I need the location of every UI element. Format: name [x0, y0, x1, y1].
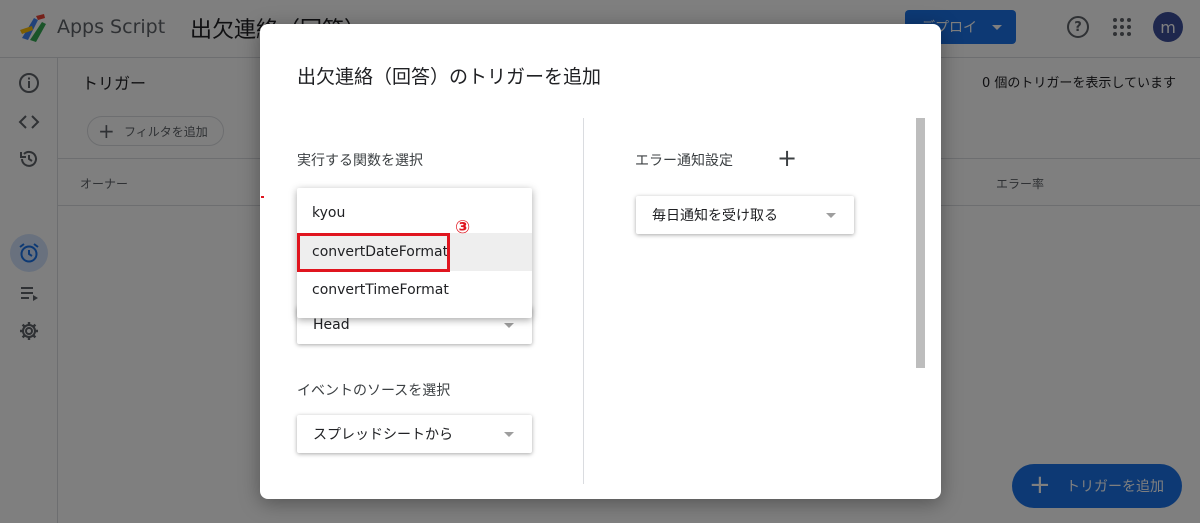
event-source-select[interactable]: スプレッドシートから — [297, 415, 532, 453]
annotation-red-mark — [261, 196, 264, 198]
annotation-highlight-box — [297, 233, 450, 272]
function-option-kyou[interactable]: kyou — [297, 194, 532, 232]
error-notification-select[interactable]: 毎日通知を受け取る — [636, 196, 854, 234]
deployment-select-value: Head — [313, 317, 350, 333]
event-source-select-value: スプレッドシートから — [313, 427, 453, 443]
dialog-scrollbar[interactable] — [916, 118, 925, 368]
event-source-label: イベントのソースを選択 — [297, 383, 451, 399]
add-trigger-dialog: 出欠連絡（回答）のトリガーを追加 実行する関数を選択 Head イベントのソース… — [260, 24, 941, 499]
annotation-step-number: ③ — [455, 217, 471, 238]
function-option-converttimeformat[interactable]: convertTimeFormat — [297, 271, 532, 309]
dropdown-arrow-icon — [826, 213, 836, 218]
add-notification-plus-icon[interactable]: + — [777, 146, 797, 170]
dialog-title: 出欠連絡（回答）のトリガーを追加 — [297, 66, 602, 88]
function-select-label: 実行する関数を選択 — [297, 153, 423, 169]
error-notification-select-value: 毎日通知を受け取る — [652, 208, 778, 224]
column-divider — [583, 118, 584, 484]
error-notification-label: エラー通知設定 — [635, 153, 733, 169]
dropdown-arrow-icon — [504, 432, 514, 437]
dropdown-arrow-icon — [504, 323, 514, 328]
